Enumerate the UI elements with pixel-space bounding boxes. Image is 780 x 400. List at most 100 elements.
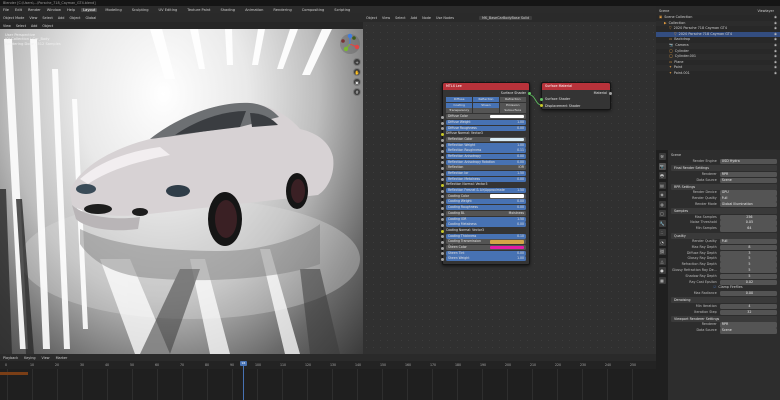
property-value[interactable]: 5 [719, 267, 777, 274]
mtlx-value-field[interactable]: Reflection Roughness 0.11 [446, 148, 526, 154]
node-menu-object[interactable]: Object [366, 16, 377, 20]
workspace-tab-scripting[interactable]: Scripting [332, 8, 352, 12]
mtlx-value-field[interactable]: Reflection IOR [446, 165, 526, 171]
properties-tab-texture-icon[interactable]: ▦ [658, 276, 666, 284]
timeline-menu-playback[interactable]: Playback [3, 356, 18, 360]
mtlx-value-field[interactable]: Diffuse Weight 1.00 [446, 119, 526, 125]
timeline-body[interactable] [0, 369, 656, 400]
mtlx-value-field[interactable]: Coating Thickness 0.10 [446, 233, 526, 239]
workspace-tab-shading[interactable]: Shading [218, 8, 237, 12]
viewport-menu-view[interactable]: View [29, 16, 37, 20]
viewport-menu-add[interactable]: Add [58, 16, 65, 20]
workspace-tab-animation[interactable]: Animation [243, 8, 265, 12]
properties-tab-physics-icon[interactable]: ◔ [658, 238, 666, 246]
properties-tab-data-icon[interactable]: △ [658, 257, 666, 265]
properties-tab-modifier-icon[interactable]: 🔧 [658, 219, 666, 227]
property-value[interactable]: 32 [719, 309, 777, 316]
workspace-tab-uv-editing[interactable]: UV Editing [157, 8, 180, 12]
color-swatch[interactable] [489, 239, 524, 244]
workspace-tab-layout[interactable]: Layout [81, 7, 98, 12]
mtlx-value-field[interactable]: Reflection Weight 1.00 [446, 142, 526, 148]
menu-file[interactable]: File [3, 8, 9, 12]
viewlayer-selector[interactable]: Viewlayer [757, 9, 780, 13]
property-value[interactable]: Scene [719, 328, 777, 334]
mtlx-color-field[interactable]: Sheen Color [446, 244, 526, 250]
node-menu-select[interactable]: Select [395, 16, 405, 20]
viewport-submenu-select[interactable]: Select [16, 24, 26, 28]
property-value[interactable]: 8 [719, 244, 777, 251]
property-value[interactable]: 0.00 [719, 291, 777, 297]
property-value[interactable]: RPR [719, 171, 777, 178]
panel-header[interactable]: Denoising [671, 297, 777, 304]
mtlx-color-field[interactable]: Reflection Color [446, 136, 526, 142]
property-value[interactable]: 64 [719, 226, 777, 232]
mtlx-node[interactable]: MTLX Lee Surface Shader Diffuse Reflectio… [441, 82, 531, 266]
mtlx-color-field[interactable]: Diffuse Color [446, 114, 526, 120]
material-name-field[interactable]: MK_BaseCarBodyBase Solid [479, 15, 533, 20]
mtlx-color-field[interactable]: Coating Color [446, 193, 526, 199]
properties-tab-tool-icon[interactable]: ⚒ [658, 153, 666, 160]
property-value[interactable]: 0.05 [719, 220, 777, 226]
property-value[interactable]: Full [719, 239, 777, 245]
property-value[interactable]: 0.02 [719, 279, 777, 285]
3d-viewport[interactable] [0, 29, 363, 354]
menu-window[interactable]: Window [47, 8, 61, 12]
timeline-menu-marker[interactable]: Marker [56, 356, 68, 360]
color-swatch[interactable] [489, 114, 524, 119]
property-value[interactable]: USD Hydra [719, 159, 777, 165]
property-value[interactable]: 3 [719, 250, 777, 256]
node-menu-view[interactable]: View [382, 16, 390, 20]
mtlx-value-field[interactable]: Coating IOR 1.50 [446, 216, 526, 222]
viewport-submenu-object[interactable]: Object [42, 24, 53, 28]
properties-tab-render-icon[interactable]: 📷 [658, 162, 666, 170]
properties-tab-particles-icon[interactable]: ∴ [658, 229, 666, 236]
mtlx-value-field[interactable]: Diffuse Roughness 0.00 [446, 125, 526, 131]
property-value[interactable]: 4 [719, 303, 777, 310]
mtlx-value-field[interactable]: Coating BL Moistness [446, 210, 526, 216]
mtlx-value-field[interactable]: Reflection Fresnel & Air/Approximate 1.50 [446, 188, 526, 194]
properties-tab-output-icon[interactable]: 🖶 [658, 172, 666, 179]
menu-help[interactable]: Help [67, 8, 75, 12]
mtlx-value-field[interactable]: Reflection Anisotropy Rotation 0.00 [446, 159, 526, 165]
mtlx-value-field[interactable]: Sheen Tint 0.00 [446, 250, 526, 256]
timeline-playhead[interactable]: 94 [240, 361, 247, 400]
mtlx-toggle-button[interactable]: Coating [446, 102, 473, 108]
scene-selector[interactable]: Scene [659, 9, 669, 13]
color-swatch[interactable] [489, 194, 524, 199]
property-value[interactable]: 5 [719, 262, 777, 268]
mtlx-value-field[interactable]: Reflection Anisotropy 0.00 [446, 153, 526, 159]
viewport-menu-object-mode[interactable]: Object Mode [3, 16, 24, 20]
camera-view-icon[interactable]: ▣ [353, 78, 361, 86]
workspace-tab-modeling[interactable]: Modeling [103, 8, 123, 12]
navigation-gizmo[interactable] [339, 33, 361, 56]
properties-tab-material-icon[interactable]: ● [658, 267, 666, 274]
outliner-row[interactable]: ✦ Point.001 ◉ [656, 71, 780, 77]
pan-hand-icon[interactable]: ✋ [353, 68, 361, 76]
node-editor[interactable]: MTLX Lee Surface Shader Diffuse Reflectio… [363, 22, 656, 354]
clamp-fireflies-row[interactable]: ☑ Clamp Fireflies [671, 285, 777, 290]
mtlx-toggle-button[interactable] [472, 108, 500, 114]
color-swatch[interactable] [489, 245, 524, 250]
property-value[interactable]: 5 [719, 256, 777, 262]
panel-header[interactable]: Quality [671, 232, 777, 239]
property-value[interactable]: 5 [719, 273, 777, 280]
timeline-menu-view[interactable]: View [42, 356, 50, 360]
viewport-menu-select[interactable]: Select [42, 16, 52, 20]
mtlx-toggle-button[interactable]: Diffuse [446, 97, 473, 103]
surface-material-node[interactable]: Surface Material Material Surface Shader… [540, 82, 612, 111]
workspace-tab-sculpting[interactable]: Sculpting [130, 8, 151, 12]
property-value[interactable]: GPU [719, 190, 777, 196]
clamp-checkbox[interactable]: ☑ [713, 285, 716, 290]
viewport-submenu-add[interactable]: Add [31, 24, 37, 28]
properties-tab-object-icon[interactable]: ▢ [658, 210, 666, 217]
panel-header[interactable]: Samples [671, 208, 777, 215]
properties-tab-scene-icon[interactable]: ◈ [658, 191, 666, 198]
panel-header[interactable]: RPR Settings [671, 183, 777, 190]
menu-edit[interactable]: Edit [15, 8, 22, 12]
mtlx-toggle-button[interactable]: Reflection [472, 97, 500, 103]
grid-icon[interactable]: # [353, 88, 361, 96]
mtlx-toggle-button[interactable]: Emission [499, 102, 526, 108]
properties-tab-world-icon[interactable]: ◍ [658, 200, 666, 208]
mtlx-value-field[interactable]: Reflection Ior 1.50 [446, 171, 526, 177]
surface-input-displacement[interactable]: Displacement Shader [540, 103, 610, 109]
